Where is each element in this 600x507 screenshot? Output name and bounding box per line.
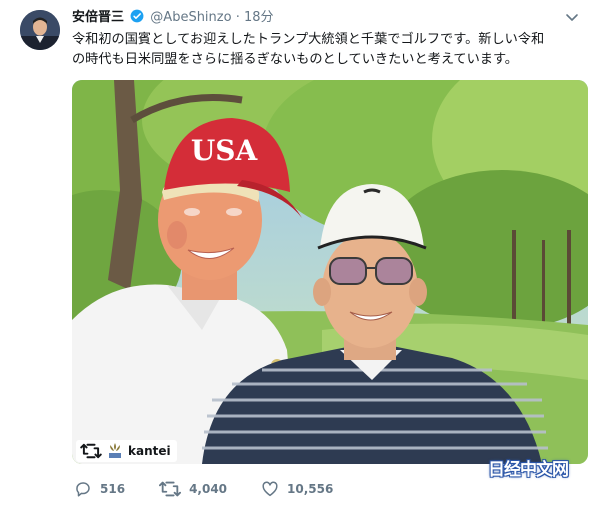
tweet-photo[interactable]: USA <box>72 80 588 464</box>
like-button[interactable]: 10,556 <box>261 480 333 498</box>
repost-attribution[interactable]: kantei <box>76 440 177 462</box>
display-name[interactable]: 安倍晋三 <box>72 10 124 25</box>
tweet-text-line: の時代も日米同盟をさらに揺るぎないものとしていきたいと考えています。 <box>72 52 518 67</box>
reply-button[interactable]: 516 <box>74 480 125 498</box>
timestamp[interactable]: 18分 <box>244 10 274 25</box>
cap-logo-text: USA <box>191 134 259 167</box>
watermark-text: 日经中文网 <box>488 460 569 480</box>
tweet-text: 令和初の国賓としてお迎えしたトランプ大統領と千葉でゴルフです。新しい令和 の時代… <box>72 30 592 70</box>
tweet-text-line: 令和初の国賓としてお迎えしたトランプ大統領と千葉でゴルフです。新しい令和 <box>72 32 545 47</box>
chevron-down-icon[interactable] <box>564 9 580 25</box>
kantei-logo-icon <box>109 443 121 458</box>
retweet-button[interactable]: 4,040 <box>159 480 227 498</box>
retweet-icon <box>159 481 182 497</box>
user-handle[interactable]: @AbeShinzo <box>150 10 231 25</box>
verified-badge-icon <box>130 9 144 23</box>
avatar[interactable] <box>20 10 60 50</box>
like-count: 10,556 <box>287 482 334 496</box>
repost-account: kantei <box>128 444 171 458</box>
retweet-icon <box>80 443 102 459</box>
like-icon <box>262 481 278 497</box>
separator-dot: · <box>235 10 240 25</box>
tweet-header: 安倍晋三 @AbeShinzo · 18分 <box>72 8 580 28</box>
tweet-actions: 516 4,040 10,556 <box>74 478 367 500</box>
reply-icon <box>76 482 90 497</box>
retweet-count: 4,040 <box>189 482 228 496</box>
reply-count: 516 <box>100 482 126 496</box>
